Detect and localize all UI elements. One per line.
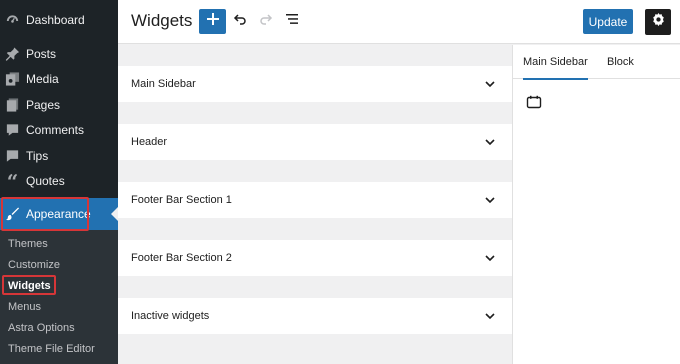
tips-icon <box>5 149 20 164</box>
tab-label: Block <box>607 56 634 68</box>
sidebar-item-label: Dashboard <box>26 13 85 27</box>
settings-sidebar: Main Sidebar Block <box>512 45 680 364</box>
sidebar-item-pages[interactable]: Pages <box>0 92 118 118</box>
list-view-button[interactable] <box>283 12 301 30</box>
add-block-button[interactable] <box>199 9 226 34</box>
widget-area-title: Footer Bar Section 2 <box>131 252 232 264</box>
inspector-tabs: Main Sidebar Block <box>513 45 680 80</box>
list-view-icon <box>284 11 300 32</box>
media-icon <box>5 72 20 87</box>
submenu-item-themes[interactable]: Themes <box>8 238 48 250</box>
dashboard-icon <box>5 13 20 28</box>
tab-block[interactable]: Block <box>607 45 634 79</box>
highlight-box-appearance <box>1 197 89 231</box>
redo-button[interactable] <box>257 12 275 30</box>
submenu-item-customize[interactable]: Customize <box>8 259 60 271</box>
chevron-down-icon <box>485 197 495 204</box>
undo-icon <box>232 11 248 32</box>
widget-area-panel[interactable]: Inactive widgets <box>118 298 512 334</box>
update-button[interactable]: Update <box>583 9 633 34</box>
sidebar-item-label: Pages <box>26 98 61 112</box>
widget-area-title: Inactive widgets <box>131 310 210 322</box>
gear-icon <box>651 12 666 32</box>
settings-button[interactable] <box>645 9 671 35</box>
appearance-submenu: Themes Customize Widgets Menus Astra Opt… <box>0 230 118 364</box>
sidebar-item-label: Media <box>26 72 59 86</box>
sidebar-item-dashboard[interactable]: Dashboard <box>0 7 118 33</box>
widget-area-icon <box>526 95 542 109</box>
chevron-down-icon <box>485 139 495 146</box>
tab-main-sidebar[interactable]: Main Sidebar <box>523 45 588 80</box>
widget-area-title: Header <box>131 136 168 148</box>
page-title: Widgets <box>131 11 193 30</box>
editor-header: Widgets Update <box>118 0 680 44</box>
widget-area-panel[interactable]: Footer Bar Section 1 <box>118 182 512 218</box>
widget-area-panel[interactable]: Main Sidebar <box>118 66 512 102</box>
submenu-item-astra-options[interactable]: Astra Options <box>8 322 75 334</box>
quote-icon: “ <box>6 169 19 193</box>
sidebar-item-quotes[interactable]: “ Quotes <box>0 168 118 194</box>
sidebar-item-tips[interactable]: Tips <box>0 143 118 169</box>
pages-icon <box>5 98 20 113</box>
pin-icon <box>5 47 20 62</box>
chevron-down-icon <box>485 255 495 262</box>
admin-sidebar: Dashboard Posts Media Pages Comments Tip… <box>0 0 118 364</box>
plus-icon <box>206 12 220 31</box>
sidebar-item-media[interactable]: Media <box>0 66 118 92</box>
sidebar-item-label: Quotes <box>26 174 65 188</box>
widget-area-title: Footer Bar Section 1 <box>131 194 232 206</box>
chevron-down-icon <box>485 81 495 88</box>
widget-area-panel[interactable]: Header <box>118 124 512 160</box>
widget-area-panel[interactable]: Footer Bar Section 2 <box>118 240 512 276</box>
widget-areas-canvas: Main Sidebar Header Footer Bar Section 1… <box>118 45 512 364</box>
sidebar-item-label: Comments <box>26 123 85 137</box>
submenu-item-menus[interactable]: Menus <box>8 301 41 313</box>
redo-icon <box>258 11 274 32</box>
sidebar-item-posts[interactable]: Posts <box>0 41 118 67</box>
tab-label: Main Sidebar <box>523 56 588 68</box>
chevron-down-icon <box>485 313 495 320</box>
undo-button[interactable] <box>231 12 249 30</box>
sidebar-item-comments[interactable]: Comments <box>0 117 118 143</box>
sidebar-item-label: Tips <box>26 149 49 163</box>
widget-area-title: Main Sidebar <box>131 78 196 90</box>
submenu-item-theme-file-editor[interactable]: Theme File Editor <box>8 343 95 355</box>
comment-icon <box>5 123 20 138</box>
sidebar-item-label: Posts <box>26 47 57 61</box>
current-menu-arrow <box>111 207 118 221</box>
highlight-box-widgets <box>2 275 56 295</box>
